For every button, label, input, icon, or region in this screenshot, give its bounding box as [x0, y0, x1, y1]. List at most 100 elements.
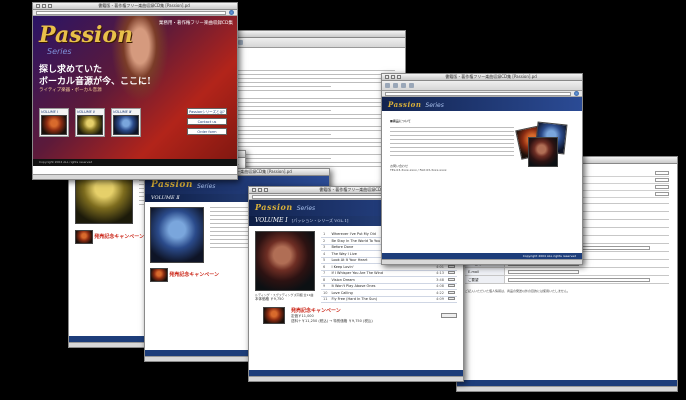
order-quantity-field[interactable]	[655, 192, 669, 196]
text-line	[235, 70, 395, 71]
volume-thumb-3[interactable]: VOLUME Ⅲ	[111, 108, 141, 137]
volume-thumb-label: VOLUME Ⅲ	[113, 110, 132, 114]
globe-icon	[229, 10, 234, 15]
vol2-series-logo: Passion	[151, 180, 193, 190]
track-title: Fly Free (Hard In The Sun)	[329, 296, 428, 303]
home-icon[interactable]	[238, 40, 243, 45]
info-paragraph	[390, 127, 514, 156]
main-statusbar	[33, 174, 237, 179]
reload-icon[interactable]	[401, 83, 406, 88]
minimize-button[interactable]	[42, 4, 46, 8]
side-button-1[interactable]: Passionシリーズとは?	[187, 108, 227, 115]
vol1-campaign-label: 発売記念キャンペーン	[291, 308, 341, 314]
text-line	[235, 146, 395, 147]
order-form-input[interactable]	[508, 270, 580, 274]
text-toolbar	[219, 38, 405, 48]
play-sample-button[interactable]	[448, 277, 455, 281]
forward-icon[interactable]	[393, 83, 398, 88]
side-buttons: Passionシリーズとは? Contact us Order form	[187, 108, 227, 135]
minimize-button[interactable]	[391, 75, 395, 79]
info-text-column: ■商品について お問い合わせ TEL:03-3xxx-xxxx / FAX:03…	[390, 119, 514, 172]
text-line	[235, 102, 395, 103]
text-line	[235, 78, 395, 79]
order-quantity-field[interactable]	[655, 171, 669, 175]
volume-thumb-image	[77, 115, 103, 135]
vol2-cover-image	[150, 207, 204, 263]
main-footer: Copyright 2004 ALL rights reserved	[33, 159, 237, 166]
close-button[interactable]	[36, 4, 40, 8]
text-line	[235, 154, 395, 155]
close-button[interactable]	[385, 75, 389, 79]
order-quantity-field[interactable]	[655, 178, 669, 182]
info-url-field[interactable]	[385, 91, 571, 96]
info-series-header: Passion Series	[382, 97, 582, 111]
text-paragraphs	[235, 70, 395, 167]
vol1-campaign: 発売記念キャンペーン 定価￥11,000 送料＋￥11,250 (税込) → 特…	[249, 303, 463, 324]
text-line	[235, 114, 395, 115]
text-line	[235, 106, 395, 107]
globe-icon	[574, 91, 579, 96]
subhead: ライティブ楽器・ボーカル音源	[39, 88, 102, 93]
info-toolbar	[382, 81, 582, 91]
vol2-cd-stack-image	[150, 268, 168, 282]
volume-thumbnails: VOLUME Ⅰ VOLUME Ⅱ VOLUME Ⅲ	[39, 108, 141, 137]
zoom-button[interactable]	[264, 188, 268, 192]
track-time: 4:09	[428, 296, 446, 303]
vol1-price-special: 送料＋￥11,250 (税込) → 特別価格 ￥9,750 (税込)	[291, 319, 373, 323]
side-button-3[interactable]: Order form	[187, 128, 227, 135]
info-window: 書籍版・著作権フリー楽曲収録CD集 [Passion].pd Passion S…	[381, 73, 583, 265]
vol1-price-main: 本体価格 ￥9,750	[255, 297, 284, 301]
zoom-button[interactable]	[48, 4, 52, 8]
track-number: 11	[321, 296, 330, 303]
vol1-band-subtitle: [パッション・シリーズ VOL.1]	[291, 218, 349, 223]
minimize-button[interactable]	[258, 188, 262, 192]
vol1-cd-stack-image	[263, 307, 285, 324]
home-icon[interactable]	[409, 83, 414, 88]
info-titlebar[interactable]: 書籍版・著作権フリー楽曲収録CD集 [Passion].pd	[382, 74, 582, 81]
text-body	[219, 48, 405, 167]
play-sample-button[interactable]	[448, 284, 455, 288]
info-series-logo: Passion	[388, 100, 422, 109]
volume-thumb-label: VOLUME Ⅰ	[41, 110, 59, 114]
vol1-left-column: ルディング・スヴァディングズ同梱 全11曲 本体価格 ￥9,750	[255, 231, 315, 303]
text-line	[235, 126, 395, 127]
order-form-field-wrap	[505, 276, 669, 283]
text-line	[235, 98, 395, 99]
text-line	[235, 74, 395, 75]
info-body: ■商品について お問い合わせ TEL:03-3xxx-xxxx / FAX:03…	[382, 111, 582, 172]
text-line	[235, 158, 331, 159]
play-sample-button[interactable]	[448, 264, 455, 268]
vol1-order-button[interactable]	[441, 313, 457, 318]
close-button[interactable]	[252, 188, 256, 192]
vol1-band-title: VOLUME Ⅰ	[255, 217, 288, 224]
play-sample-button[interactable]	[448, 297, 455, 301]
text-titlebar[interactable]	[219, 31, 405, 38]
main-url-field[interactable]	[36, 10, 226, 15]
order-form-row: E-mail	[465, 268, 669, 276]
order-quantity-field[interactable]	[655, 185, 669, 189]
info-statusbar	[382, 259, 582, 264]
play-sample-button[interactable]	[448, 290, 455, 294]
text-line	[235, 82, 395, 83]
order-form-input[interactable]	[508, 278, 651, 282]
main-title: 書籍版・著作権フリー楽曲収録CD集 [Passion].pd	[98, 3, 190, 8]
back-icon[interactable]	[385, 83, 390, 88]
main-hero: Passion Series 業務用・著作権フリー楽曲収録CD集 探し求めていた…	[33, 16, 237, 166]
order-form-field-wrap	[505, 268, 669, 275]
passion-main-window: 書籍版・著作権フリー楽曲収録CD集 [Passion].pd Passion S…	[32, 2, 238, 180]
order-form-row: ご要望	[465, 276, 669, 284]
vol1-statusbar	[249, 376, 463, 381]
volume-thumb-1[interactable]: VOLUME Ⅰ	[39, 108, 69, 137]
text-line	[235, 134, 331, 135]
vol1-campaign-text: 発売記念キャンペーン 定価￥11,000 送料＋￥11,250 (税込) → 特…	[291, 307, 373, 324]
text-line	[235, 110, 331, 111]
volume-thumb-2[interactable]: VOLUME Ⅱ	[75, 108, 105, 137]
volume-thumb-image	[113, 115, 139, 135]
main-titlebar[interactable]: 書籍版・著作権フリー楽曲収録CD集 [Passion].pd	[33, 3, 237, 10]
zoom-button[interactable]	[397, 75, 401, 79]
side-button-2[interactable]: Contact us	[187, 118, 227, 125]
order-form-label: E-mail	[465, 268, 505, 275]
vol1-series-word: Series	[296, 205, 316, 212]
text-line	[235, 86, 331, 87]
play-sample-button[interactable]	[448, 271, 455, 275]
